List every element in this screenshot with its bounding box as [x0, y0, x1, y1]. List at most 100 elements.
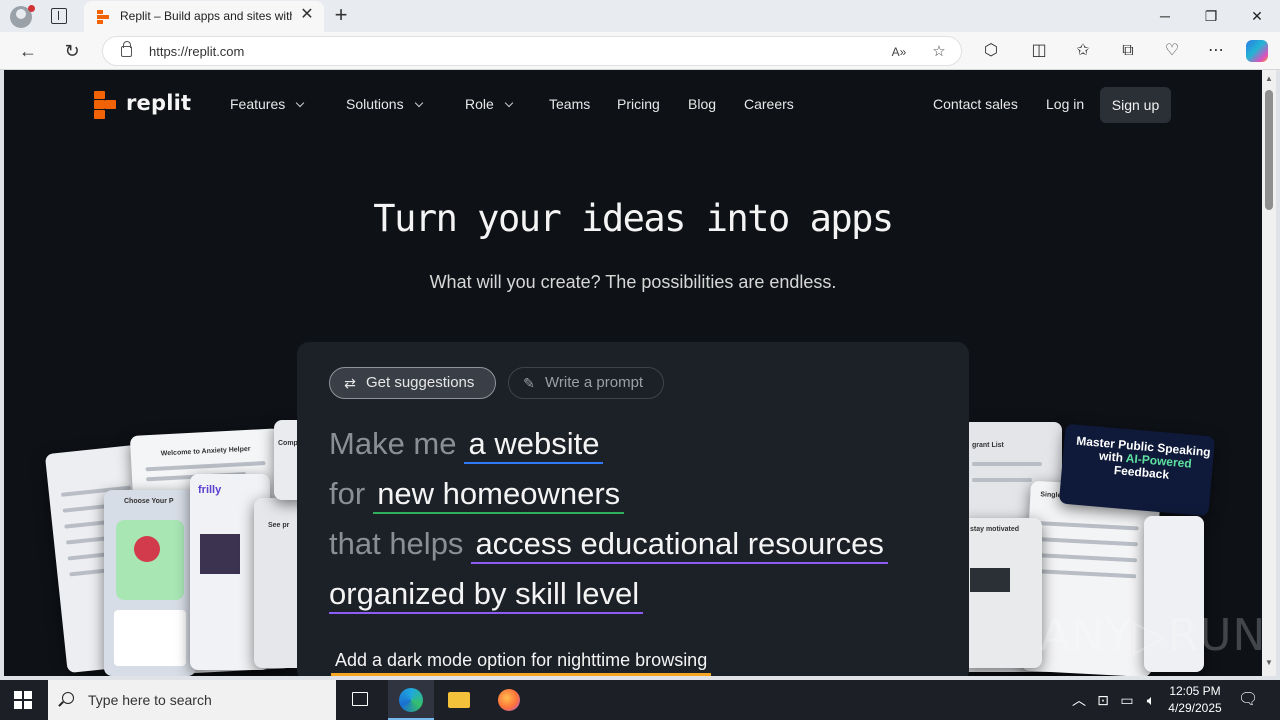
address-bar[interactable]: https://replit.com A» ☆: [102, 36, 962, 66]
browser-tab-replit[interactable]: Replit – Build apps and sites with ✕: [84, 1, 324, 32]
card-title: frilly: [198, 484, 222, 496]
hero-title: Turn your ideas into apps: [373, 197, 894, 240]
logo-text: replit: [126, 91, 192, 115]
close-window-button[interactable]: ✕: [1234, 0, 1280, 32]
prompt-prefix: Make me: [329, 426, 457, 461]
browser-tab-bar: Replit – Build apps and sites with ✕ + ─…: [0, 0, 1280, 32]
back-arrow-icon[interactable]: ←: [16, 40, 40, 62]
tray-chevron-up-icon[interactable]: ︿: [1070, 692, 1088, 708]
scroll-down-icon[interactable]: ▼: [1264, 658, 1274, 667]
chevron-down-icon: [414, 98, 423, 108]
edge-taskbar-button[interactable]: [388, 680, 434, 720]
prompt-prefix: for: [329, 476, 366, 511]
nav-solutions-label: Solutions: [346, 96, 404, 112]
network-icon[interactable]: ▭: [1118, 692, 1136, 708]
tab-actions-icon[interactable]: [51, 8, 67, 24]
prompt-value-type[interactable]: a website: [464, 426, 604, 464]
prompt-value-audience[interactable]: new homeowners: [373, 476, 625, 514]
prompt-line-3: that helps access educational resources: [329, 526, 888, 564]
prompt-value-detail[interactable]: organized by skill level: [329, 576, 644, 614]
nav-role[interactable]: Role: [465, 96, 514, 112]
nav-careers[interactable]: Careers: [744, 96, 794, 112]
task-view-icon: [352, 692, 368, 706]
nav-pricing[interactable]: Pricing: [617, 96, 660, 112]
webpage: replit Features Solutions Role Teams Pri…: [4, 70, 1262, 676]
shuffle-icon: ⇄: [344, 375, 356, 391]
nav-blog[interactable]: Blog: [688, 96, 716, 112]
chevron-down-icon: [504, 98, 514, 108]
extensions-icon[interactable]: ⬡: [980, 41, 1002, 61]
sign-up-button[interactable]: Sign up: [1100, 87, 1171, 123]
chevron-down-icon: [296, 98, 305, 108]
speaking-card-title: Master Public Speaking with AI-Powered F…: [1073, 434, 1211, 486]
refresh-icon[interactable]: ↻: [60, 40, 84, 62]
read-aloud-icon[interactable]: A»: [889, 43, 909, 61]
preview-card: stay motivated: [962, 518, 1042, 668]
tab-title: Replit – Build apps and sites with: [120, 9, 292, 23]
file-explorer-button[interactable]: [436, 680, 482, 720]
notification-dot: [28, 5, 35, 12]
url-text[interactable]: https://replit.com: [149, 44, 244, 59]
prompt-value-purpose[interactable]: access educational resources: [471, 526, 888, 564]
tab-close-icon[interactable]: ✕: [298, 6, 316, 24]
more-menu-icon[interactable]: ⋯: [1205, 41, 1227, 61]
card-title: Choose Your P: [124, 498, 174, 505]
log-in-link[interactable]: Log in: [1046, 96, 1084, 112]
nav-features[interactable]: Features: [230, 96, 305, 112]
taskbar-search-box[interactable]: Type here to search: [48, 680, 336, 720]
firefox-taskbar-button[interactable]: [486, 680, 532, 720]
firefox-icon: [498, 689, 520, 711]
browser-toolbar: ← ↻ https://replit.com A» ☆ ⬡ ◫ ✩ ⧉ ♡ ⋯: [0, 32, 1280, 70]
prompt-line-1: Make me a website: [329, 426, 604, 464]
edge-icon: [399, 688, 423, 712]
card-title: grant List: [972, 442, 1004, 449]
notifications-icon[interactable]: 🗨︎: [1238, 692, 1258, 708]
prompt-line-4: organized by skill level: [329, 576, 644, 614]
clock-time[interactable]: 12:05 PM: [1166, 684, 1224, 698]
lock-icon[interactable]: [121, 41, 132, 57]
card-title: See pr: [268, 522, 290, 529]
task-view-button[interactable]: [338, 680, 384, 720]
favorite-star-icon[interactable]: ☆: [929, 43, 949, 61]
folder-icon: [448, 692, 470, 708]
prompt-prefix: that helps: [329, 526, 464, 561]
clock-date[interactable]: 4/29/2025: [1162, 701, 1228, 715]
windows-start-icon[interactable]: [14, 691, 32, 709]
scroll-thumb[interactable]: [1265, 90, 1273, 210]
minimize-button[interactable]: ─: [1142, 0, 1188, 32]
copilot-icon[interactable]: [1246, 40, 1268, 62]
nav-teams[interactable]: Teams: [549, 96, 590, 112]
page-scrollbar[interactable]: ▲ ▼: [1262, 70, 1276, 676]
hero-subtitle: What will you create? The possibilities …: [429, 272, 837, 292]
taskbar-search-placeholder: Type here to search: [88, 692, 212, 708]
edit-icon: ✎: [523, 375, 535, 391]
favorites-icon[interactable]: ✩: [1072, 41, 1094, 61]
get-suggestions-chip[interactable]: ⇄ Get suggestions: [329, 367, 496, 399]
write-prompt-chip[interactable]: ✎ Write a prompt: [508, 367, 664, 399]
split-screen-icon[interactable]: ◫: [1028, 41, 1050, 61]
nav-role-label: Role: [465, 96, 494, 112]
get-suggestions-label: Get suggestions: [366, 374, 475, 391]
card-title: stay motivated: [970, 526, 1020, 533]
new-tab-button[interactable]: +: [330, 4, 352, 26]
search-icon: [62, 692, 74, 704]
tray-device-icon[interactable]: ⊡: [1094, 692, 1112, 708]
card-title: Comp: [278, 440, 298, 447]
preview-card: Choose Your P: [104, 490, 196, 676]
prompt-panel: ⇄ Get suggestions ✎ Write a prompt Make …: [297, 342, 969, 676]
nav-features-label: Features: [230, 96, 286, 112]
card-title: Welcome to Anxiety Helper: [160, 445, 251, 458]
collections-icon[interactable]: ⧉: [1117, 41, 1139, 61]
prompt-line-2: for new homeowners: [329, 476, 625, 514]
replit-logo-icon: [94, 91, 116, 119]
contact-sales-link[interactable]: Contact sales: [933, 96, 1018, 112]
nav-solutions[interactable]: Solutions: [346, 96, 423, 112]
restore-button[interactable]: ❐: [1188, 0, 1234, 32]
write-prompt-label: Write a prompt: [545, 374, 644, 391]
speaking-title-with: with: [1098, 448, 1124, 465]
prompt-extra-feature[interactable]: Add a dark mode option for nighttime bro…: [331, 650, 712, 676]
browser-essentials-icon[interactable]: ♡: [1161, 41, 1183, 61]
volume-icon[interactable]: 🔈︎: [1142, 692, 1160, 708]
anyrun-watermark: ANY▷RUN: [1040, 610, 1262, 661]
scroll-up-icon[interactable]: ▲: [1264, 74, 1274, 83]
